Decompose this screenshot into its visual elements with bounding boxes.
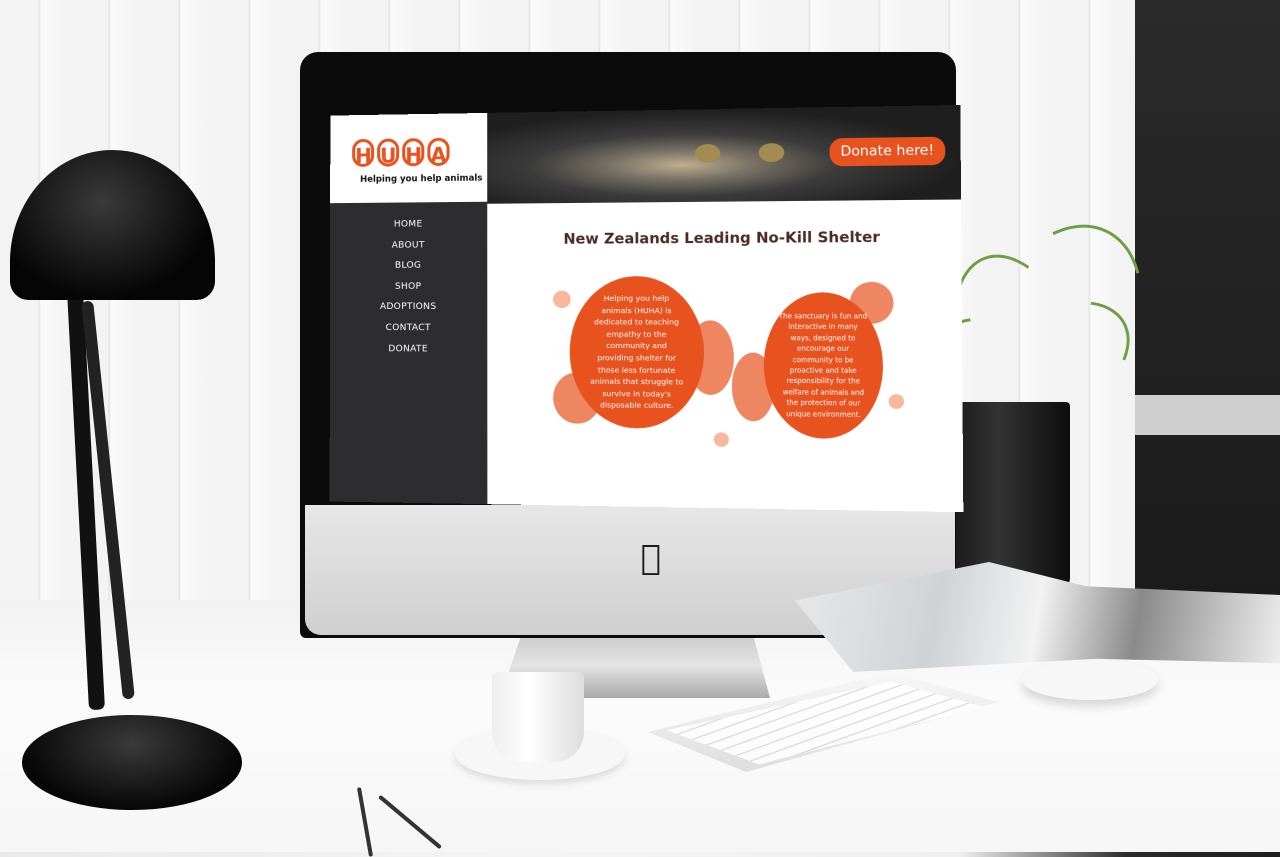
nav-shop[interactable]: SHOP xyxy=(330,276,487,297)
decor-circle xyxy=(553,290,571,308)
cat-eye xyxy=(694,143,721,163)
donate-button[interactable]: Donate here! xyxy=(829,136,946,167)
decor-circle xyxy=(713,432,729,447)
background-room xyxy=(1135,0,1280,640)
logo-letter: A xyxy=(427,137,450,167)
nav-adoptions[interactable]: ADOPTIONS xyxy=(330,297,487,318)
sanctuary-circle: The sanctuary is fun and interactive in … xyxy=(763,292,884,440)
nav-contact[interactable]: CONTACT xyxy=(330,318,487,339)
lamp-base xyxy=(22,715,242,810)
decor-circle xyxy=(888,394,905,409)
logo-tagline: Helping you help animals xyxy=(360,173,483,185)
logo-box[interactable]: H U H A Helping you help animals xyxy=(330,112,488,204)
huha-logo: H U H A xyxy=(352,137,450,168)
cat-eye xyxy=(758,143,785,163)
mouse xyxy=(1022,660,1158,700)
nav-home[interactable]: HOME xyxy=(330,214,487,236)
page-headline: New Zealands Leading No-Kill Shelter xyxy=(563,229,880,248)
nav-blog[interactable]: BLOG xyxy=(330,256,487,277)
coffee-cup xyxy=(492,672,584,762)
nav-donate[interactable]: DONATE xyxy=(330,339,487,360)
logo-letter: H xyxy=(402,138,425,167)
apple-logo-icon:  xyxy=(636,540,666,576)
hero-cat-banner: Donate here! xyxy=(487,104,962,204)
mission-circle: Helping you help animals (HUHA) is dedic… xyxy=(569,276,705,430)
nav-about[interactable]: ABOUT xyxy=(330,235,487,257)
site-nav: HOME ABOUT BLOG SHOP ADOPTIONS CONTACT D… xyxy=(330,214,487,360)
mission-text: Helping you help animals (HUHA) is dedic… xyxy=(590,293,684,411)
logo-letter: H xyxy=(352,138,375,168)
website-screen: H U H A Helping you help animals HOME AB… xyxy=(329,104,964,513)
sanctuary-text: The sanctuary is fun and interactive in … xyxy=(778,312,868,419)
logo-letter: U xyxy=(377,138,400,168)
site-sidebar: H U H A Helping you help animals HOME AB… xyxy=(329,112,488,505)
shelf xyxy=(1135,395,1280,435)
plant-pot xyxy=(952,402,1070,592)
